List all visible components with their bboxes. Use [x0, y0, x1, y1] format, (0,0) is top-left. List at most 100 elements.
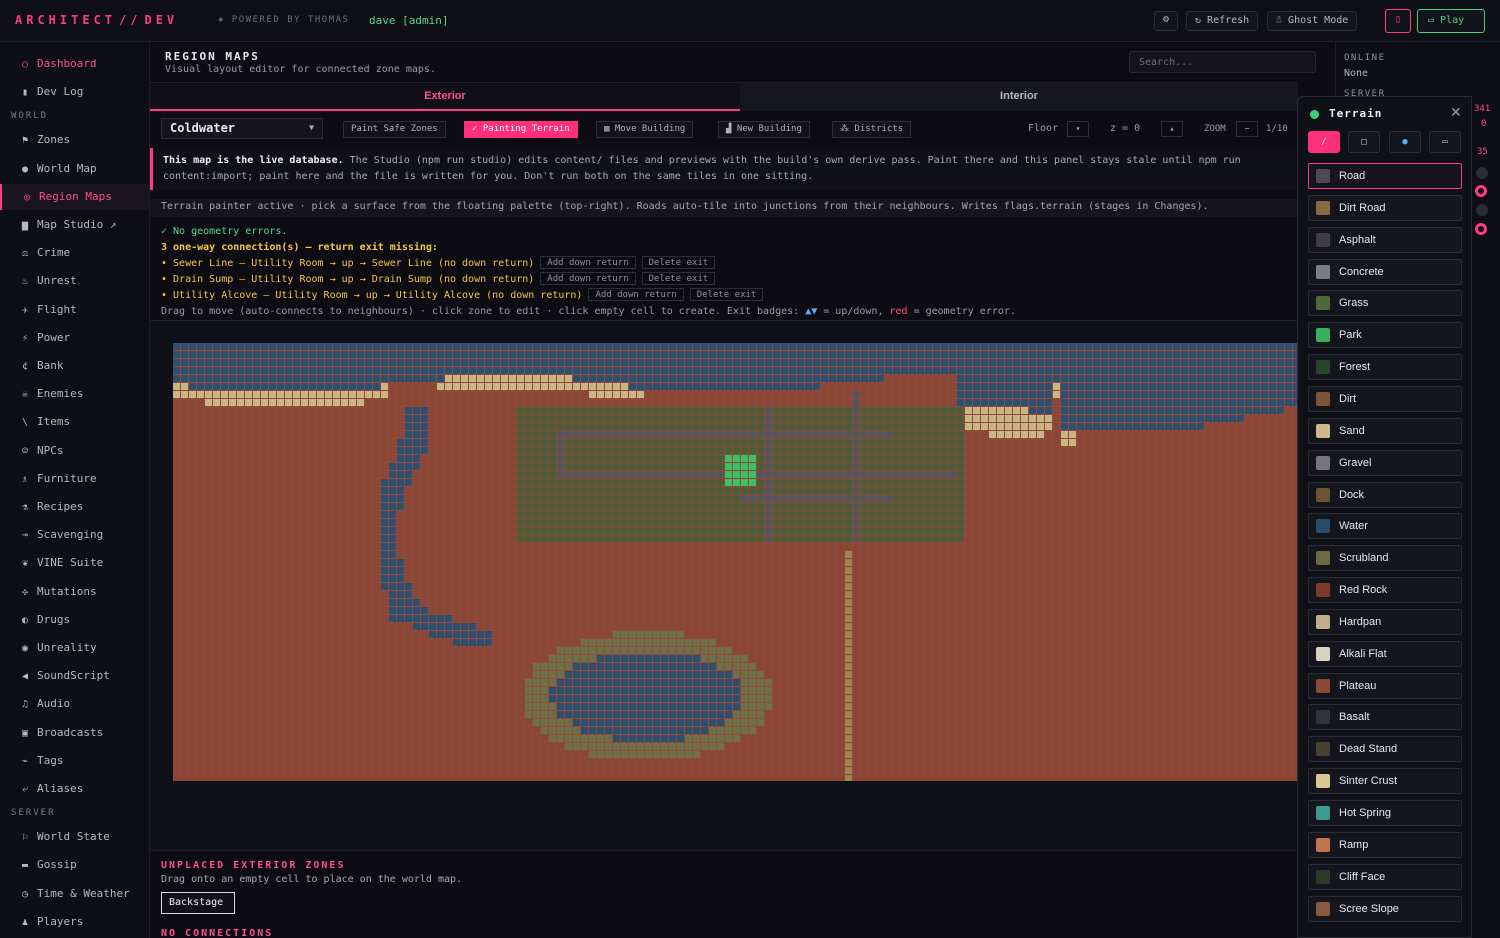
terrain-option-basalt[interactable]: Basalt [1308, 704, 1462, 731]
unplaced-zone-chip[interactable]: Backstage [161, 892, 235, 914]
terrain-option-scrubland[interactable]: Scrubland [1308, 545, 1462, 572]
districts-button[interactable]: ⁂ Districts [832, 121, 912, 138]
brush-tool-button[interactable]: / [1308, 131, 1340, 153]
terrain-map-canvas[interactable] [173, 343, 1298, 781]
move-building-button[interactable]: ▦ Move Building [596, 121, 694, 138]
sidebar-item-enemies[interactable]: ☠ Enemies [0, 381, 149, 407]
terrain-option-label: Dirt Road [1339, 201, 1386, 214]
terrain-option-park[interactable]: Park [1308, 322, 1462, 349]
sidebar-item-flight[interactable]: ✈ Flight [0, 297, 149, 323]
terrain-option-forest[interactable]: Forest [1308, 354, 1462, 381]
sidebar-item-label: Aliases [37, 782, 84, 795]
tag-icon: ⌁ [21, 755, 29, 767]
terrain-option-alkali-flat[interactable]: Alkali Flat [1308, 640, 1462, 667]
terrain-option-gravel[interactable]: Gravel [1308, 449, 1462, 476]
terrain-option-scree-slope[interactable]: Scree Slope [1308, 895, 1462, 922]
close-icon[interactable]: ✕ [1450, 105, 1462, 121]
terrain-option-plateau[interactable]: Plateau [1308, 672, 1462, 699]
no-connections-heading: NO CONNECTIONS [161, 928, 274, 938]
terrain-option-red-rock[interactable]: Red Rock [1308, 577, 1462, 604]
sidebar-item-gossip[interactable]: ▬ Gossip [0, 852, 149, 878]
sidebar-section-heading: WORLD [11, 111, 49, 122]
play-button[interactable]: ▭ Play [1417, 9, 1485, 33]
terrain-option-concrete[interactable]: Concrete [1308, 258, 1462, 285]
terrain-option-grass[interactable]: Grass [1308, 290, 1462, 317]
terrain-option-dirt[interactable]: Dirt [1308, 385, 1462, 412]
painting-terrain-button[interactable]: ✓ Painting Terrain [464, 121, 578, 138]
sidebar-item-drugs[interactable]: ◐ Drugs [0, 607, 149, 633]
sidebar-item-scavenging[interactable]: ⊸ Scavenging [0, 522, 149, 548]
sidebar-item-players[interactable]: ♟ Players [0, 909, 149, 935]
new-building-button[interactable]: ▟ New Building [718, 121, 810, 138]
toggle-knob[interactable] [1476, 204, 1488, 216]
floor-up-button[interactable]: ▴ [1161, 121, 1183, 137]
sidebar-item-items[interactable]: \ Items [0, 409, 149, 435]
sidebar-item-soundscript[interactable]: ◀ SoundScript [0, 663, 149, 689]
terrain-option-ramp[interactable]: Ramp [1308, 831, 1462, 858]
region-select[interactable]: Coldwater ▼ [161, 118, 323, 139]
ghost-mode-button[interactable]: ☃ Ghost Mode [1267, 11, 1358, 31]
delete-exit-button[interactable]: Delete exit [689, 288, 764, 301]
toggle-ring[interactable] [1475, 185, 1487, 197]
sidebar-item-broadcasts[interactable]: ▣ Broadcasts [0, 720, 149, 746]
terrain-option-hot-spring[interactable]: Hot Spring [1308, 800, 1462, 826]
toggle-knob[interactable] [1476, 167, 1488, 179]
fill-tool-button[interactable]: ● [1389, 131, 1421, 153]
delete-exit-button[interactable]: Delete exit [641, 272, 716, 285]
terrain-option-road[interactable]: Road [1308, 163, 1462, 189]
add-down-return-button[interactable]: Add down return [540, 256, 636, 269]
terrain-option-dock[interactable]: Dock [1308, 481, 1462, 508]
settings-button[interactable]: ⚙ [1154, 11, 1178, 31]
sidebar-item-npcs[interactable]: ☺ NPCs [0, 438, 149, 464]
search-input[interactable] [1129, 51, 1316, 73]
terrain-option-dead-stand[interactable]: Dead Stand [1308, 736, 1462, 763]
sidebar-item-world-state[interactable]: ⚐ World State [0, 824, 149, 850]
area-tool-button[interactable]: ▭ [1429, 131, 1461, 153]
map-toolbar: Coldwater ▼ Paint Safe Zones ✓ Painting … [150, 111, 1298, 147]
sidebar-item-time-weather[interactable]: ◷ Time & Weather [0, 881, 149, 907]
stop-button[interactable]: ▯ [1385, 9, 1411, 33]
toggle-ring[interactable] [1475, 223, 1487, 235]
zoom-out-button[interactable]: − [1236, 121, 1258, 137]
rect-tool-button[interactable]: □ [1348, 131, 1380, 153]
terrain-option-asphalt[interactable]: Asphalt [1308, 226, 1462, 253]
sidebar-item-dashboard[interactable]: ○ Dashboard [0, 51, 149, 77]
tab-interior[interactable]: Interior [740, 83, 1298, 111]
terrain-option-hardpan[interactable]: Hardpan [1308, 608, 1462, 635]
sidebar-item-aliases[interactable]: ⤶ Aliases [0, 776, 149, 802]
refresh-button[interactable]: ↻ Refresh [1186, 11, 1259, 31]
sidebar-item-tags[interactable]: ⌁ Tags [0, 748, 149, 774]
unplaced-subtitle: Drag onto an empty cell to place on the … [161, 874, 463, 885]
tab-exterior[interactable]: Exterior [150, 83, 740, 111]
sidebar-item-unreality[interactable]: ◉ Unreality [0, 635, 149, 661]
sidebar-item-zones[interactable]: ⚑ Zones [0, 127, 149, 153]
terrain-option-water[interactable]: Water [1308, 513, 1462, 540]
sidebar-item-recipes[interactable]: ⚗ Recipes [0, 494, 149, 520]
paint-safe-zones-button[interactable]: Paint Safe Zones [343, 121, 446, 138]
terrain-option-dirt-road[interactable]: Dirt Road [1308, 194, 1462, 221]
sidebar-item-unrest[interactable]: ♨ Unrest [0, 268, 149, 294]
sidebar-item-bank[interactable]: ¢ Bank [0, 353, 149, 379]
sidebar-item-world-map[interactable]: ● World Map [0, 156, 149, 182]
floor-down-button[interactable]: ▾ [1067, 121, 1089, 137]
terrain-option-label: Asphalt [1339, 233, 1376, 246]
sidebar-item-region-maps[interactable]: ◎ Region Maps [0, 183, 149, 210]
terrain-option-sand[interactable]: Sand [1308, 417, 1462, 444]
sidebar-item-power[interactable]: ⚡ Power [0, 325, 149, 351]
geometry-report: ✓ No geometry errors. 3 one-way connecti… [161, 224, 1016, 320]
sidebar-item-crime[interactable]: ⚖ Crime [0, 240, 149, 266]
sidebar-item-map-studio[interactable]: ▆ Map Studio ↗ [0, 212, 149, 238]
sidebar-item-mutations[interactable]: ✣ Mutations [0, 579, 149, 605]
sidebar-item-label: Map Studio ↗ [37, 218, 117, 231]
delete-exit-button[interactable]: Delete exit [641, 256, 716, 269]
add-down-return-button[interactable]: Add down return [588, 288, 684, 301]
sidebar-item-vine-suite[interactable]: ❦ VINE Suite [0, 550, 149, 576]
sidebar-item-audio[interactable]: ♫ Audio [0, 691, 149, 717]
terrain-option-sinter-crust[interactable]: Sinter Crust [1308, 768, 1462, 795]
terrain-option-cliff-face[interactable]: Cliff Face [1308, 863, 1462, 890]
sidebar-item-label: VINE Suite [37, 556, 104, 570]
add-down-return-button[interactable]: Add down return [540, 272, 636, 285]
sidebar-item-furniture[interactable]: ♗ Furniture [0, 466, 149, 492]
chevron-down-icon: ▾ [1075, 124, 1081, 133]
sidebar-item-dev-log[interactable]: ▮ Dev Log [0, 79, 149, 105]
